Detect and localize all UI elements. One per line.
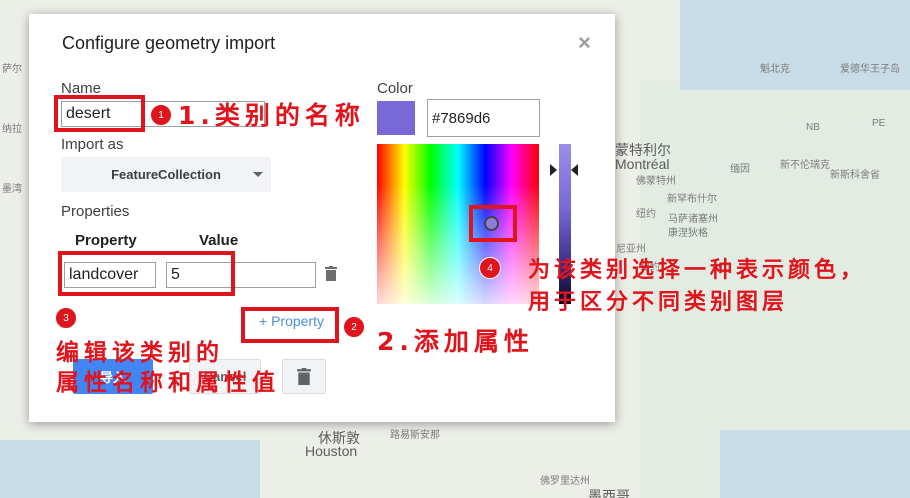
map-label: Houston	[305, 443, 358, 459]
annotation-badge-2: 2	[343, 316, 365, 338]
annotation-note-2: 2.添加属性	[377, 327, 534, 356]
map-label: 马萨诸塞州	[668, 214, 718, 225]
map-label: 纳拉	[2, 124, 22, 135]
trash-icon	[297, 368, 311, 385]
map-label: 新罕布什尔	[667, 194, 717, 205]
color-label: Color	[377, 80, 413, 97]
delete-button[interactable]	[282, 359, 326, 394]
map-label: 新不伦瑞克	[780, 160, 830, 171]
color-swatch[interactable]	[377, 101, 415, 135]
annotation-badge-4: 4	[479, 257, 501, 279]
trash-icon[interactable]	[325, 266, 337, 281]
annotation-box-name	[54, 95, 145, 132]
map-label: PE	[872, 118, 886, 129]
map-label: 墨湾	[2, 184, 22, 195]
annotation-note-4-line2: 用于区分不同类别图层	[528, 290, 789, 315]
value-column-header: Value	[199, 232, 239, 249]
dialog-title: Configure geometry import	[62, 33, 276, 53]
import-as-select[interactable]: FeatureCollection	[61, 157, 271, 192]
map-label: 佛罗里达州	[540, 476, 590, 487]
annotation-note-1: 1.类别的名称	[178, 101, 365, 130]
annotation-note-3: 编辑该类别的 属性名称和属性值	[56, 338, 280, 398]
caret-down-icon	[253, 172, 263, 177]
map-label: 纽约	[636, 209, 656, 220]
close-icon[interactable]: ×	[578, 30, 591, 56]
map-label: 尼亚州	[616, 244, 646, 255]
slider-right-arrow-icon[interactable]	[571, 164, 578, 176]
annotation-note-3-line2: 属性名称和属性值	[56, 370, 280, 396]
annotation-badge-3: 3	[55, 307, 77, 329]
property-column-header: Property	[75, 232, 137, 249]
import-as-label: Import as	[61, 136, 124, 153]
annotation-note-4-line1: 为该类别选择一种表示颜色，	[528, 258, 867, 283]
map-label: 康涅狄格	[668, 228, 708, 239]
import-as-value: FeatureCollection	[111, 167, 221, 182]
properties-label: Properties	[61, 203, 130, 220]
map-label: 路易斯安那	[390, 430, 440, 441]
annotation-box-color-picker	[469, 205, 517, 242]
annotation-note-3-line1: 编辑该类别的	[56, 340, 224, 366]
annotation-badge-1: 1	[150, 104, 172, 126]
map-label: 佛蒙特州	[636, 176, 676, 187]
slider-left-arrow-icon[interactable]	[550, 164, 557, 176]
map-label: Montréal	[615, 156, 670, 172]
color-hex-input[interactable]	[427, 99, 540, 137]
map-label: 萨尔	[2, 64, 22, 75]
map-label: NB	[806, 122, 820, 133]
annotation-note-4: 为该类别选择一种表示颜色， 用于区分不同类别图层	[528, 255, 866, 319]
map-label: 魁北克	[760, 64, 790, 75]
map-label: 墨西哥	[588, 488, 630, 498]
map-label: 爱德华王子岛	[840, 64, 900, 75]
annotation-box-property	[58, 251, 235, 296]
map-label: 新斯科舍省	[830, 170, 880, 181]
map-label: 缅因	[730, 164, 750, 175]
